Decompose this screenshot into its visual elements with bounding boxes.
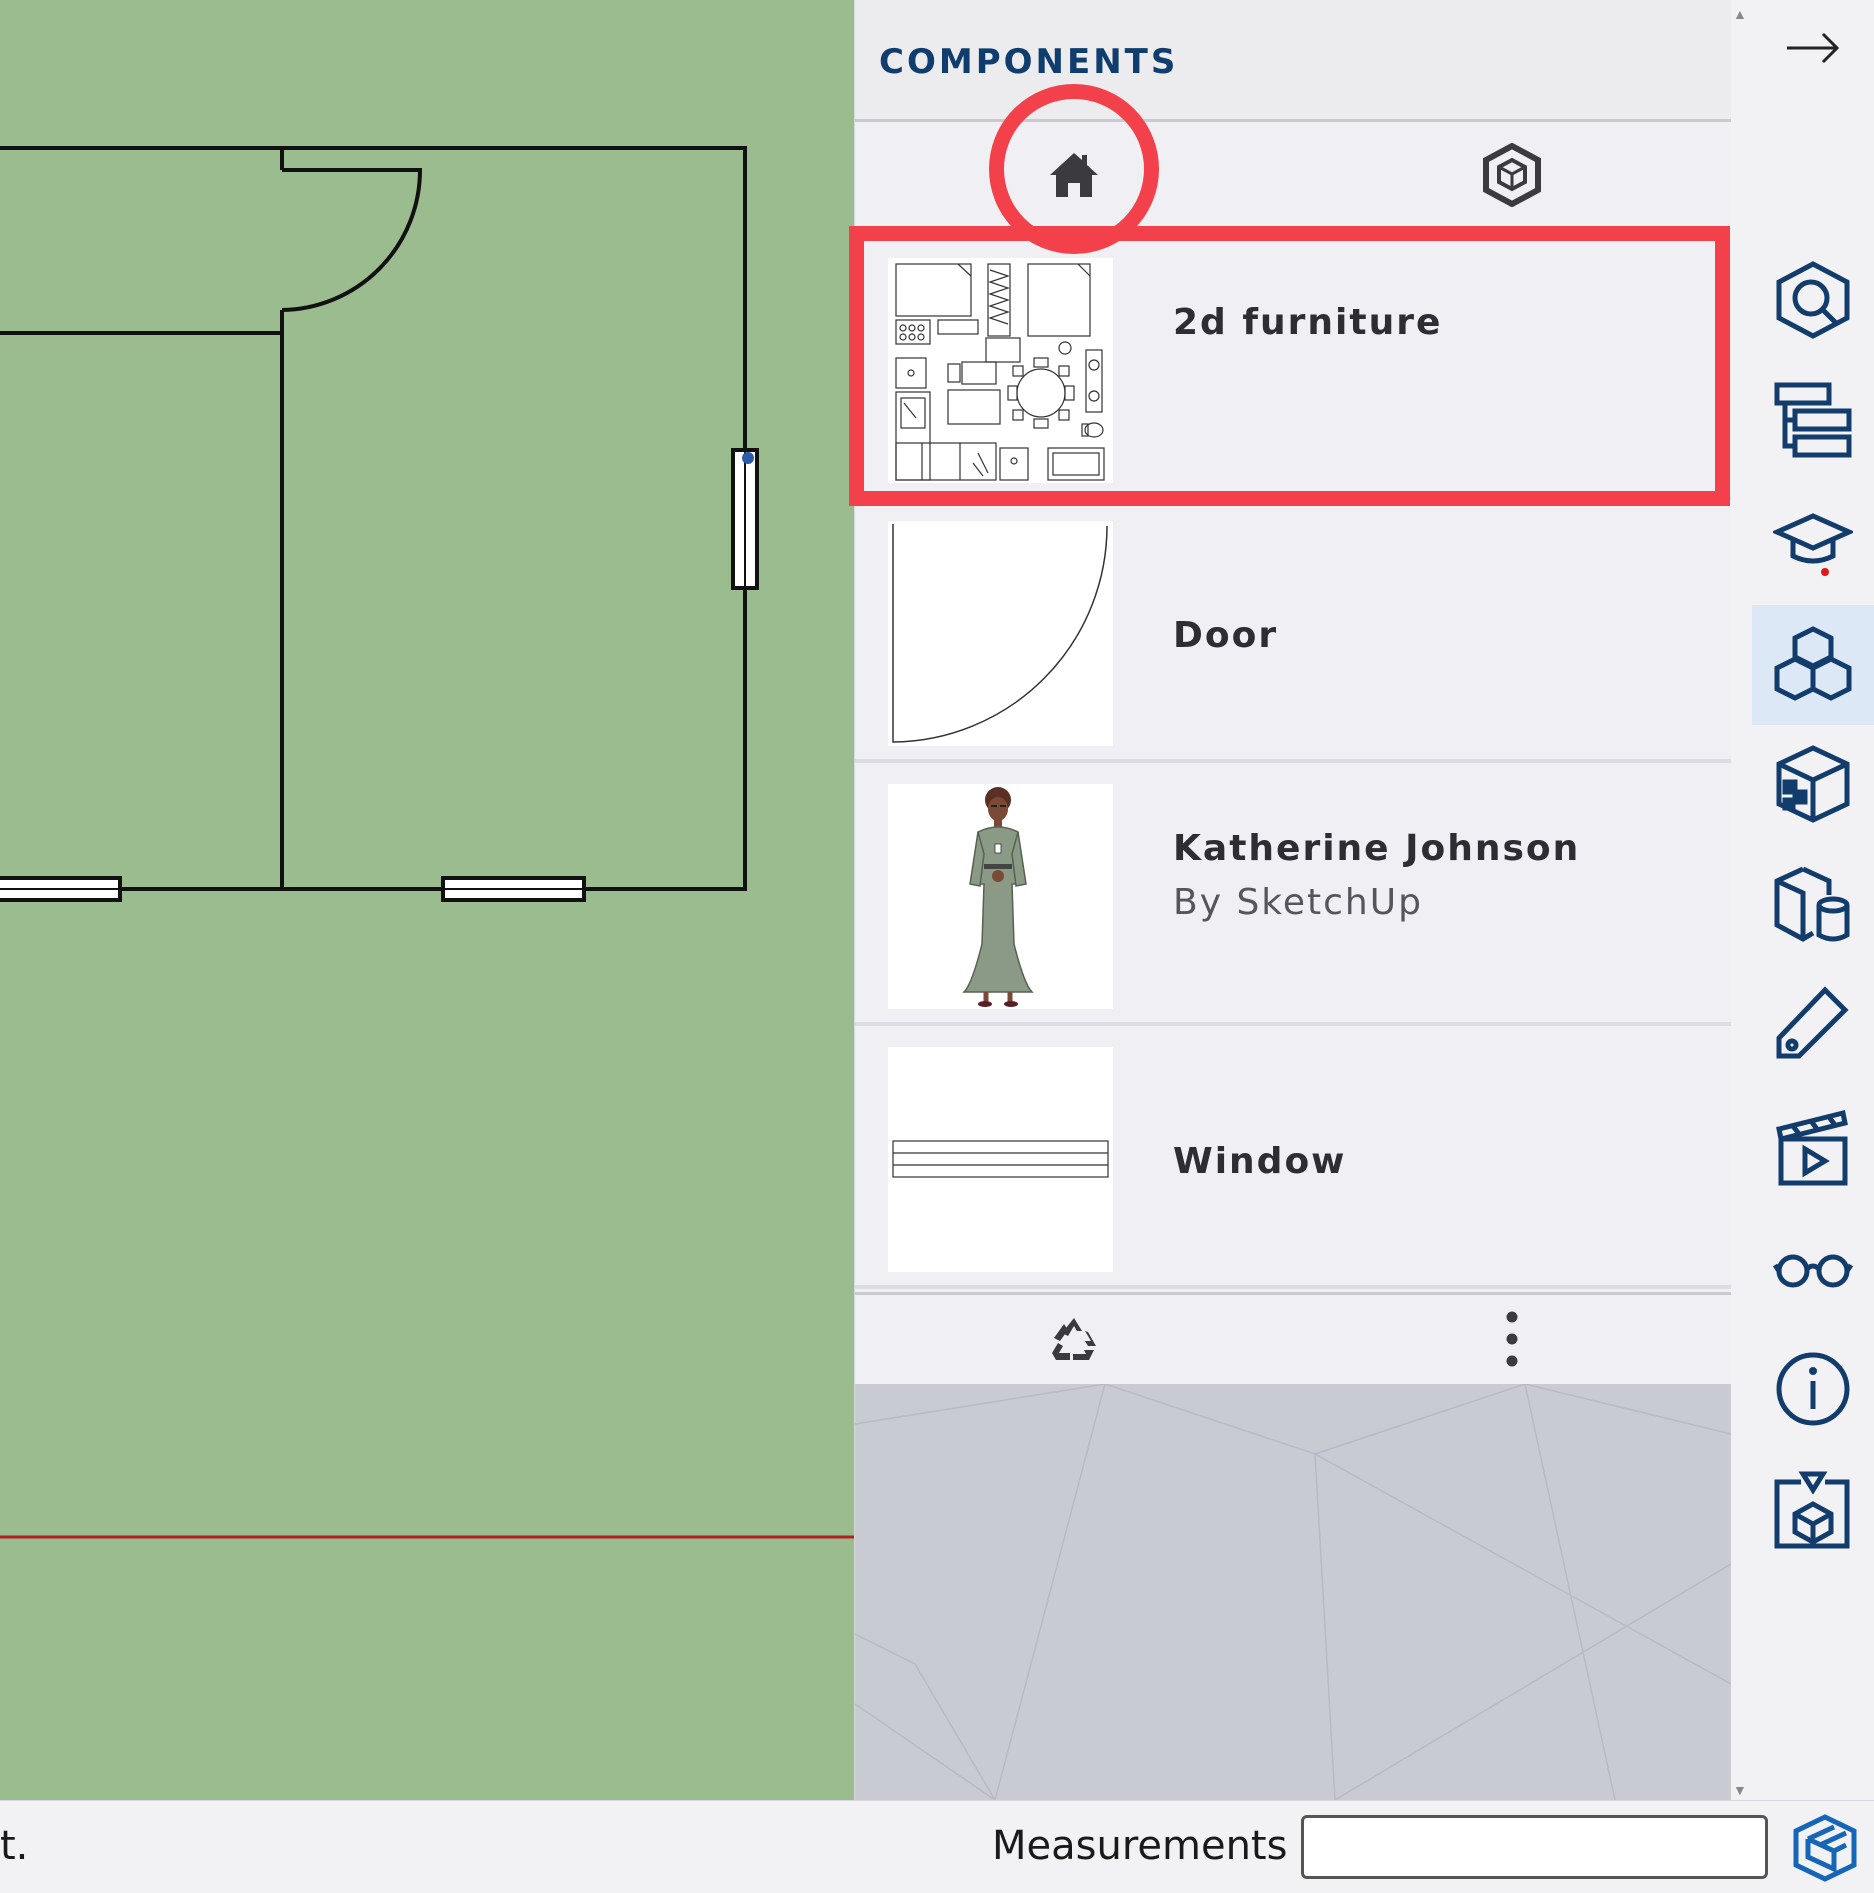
tray-toolbar [1752, 0, 1874, 1800]
component-author: By SketchUp [1173, 882, 1423, 923]
panel-tabbar [855, 125, 1731, 230]
tool-extension-warehouse[interactable] [1752, 1452, 1874, 1572]
status-bar: t. Measurements [0, 1800, 1874, 1893]
arrow-right-icon [1783, 28, 1843, 73]
panel-menu-button[interactable] [1293, 1295, 1731, 1387]
components-panel: COMPONENTS 2d furniture Door Katherine J… [849, 0, 1731, 1800]
thumbnail-door [888, 521, 1113, 746]
tool-components[interactable] [1752, 605, 1874, 725]
component-item-door[interactable]: Door [855, 503, 1731, 763]
tag-icon [1773, 985, 1853, 1071]
outliner-icon [1773, 381, 1853, 466]
sketchup-window: COMPONENTS 2d furniture Door Katherine J… [0, 0, 1874, 1893]
outer-wall [0, 146, 747, 891]
tool-search-3d-warehouse[interactable] [1752, 242, 1874, 362]
scenes-icon [1773, 1107, 1853, 1192]
panel-scroll-down[interactable]: ▼ [1733, 1782, 1747, 1798]
purge-unused-button[interactable] [855, 1295, 1293, 1387]
component-label: Katherine Johnson [1173, 828, 1581, 869]
panel-empty-area [855, 1384, 1731, 1800]
status-text: t. [0, 1823, 29, 1869]
search-cube-icon [1773, 260, 1853, 345]
floor-plan-drawing [0, 146, 854, 1539]
panel-header: COMPONENTS [855, 0, 1731, 122]
thumbnail-katherine-johnson [888, 784, 1113, 1009]
window-bottom-left [0, 876, 122, 902]
tool-tags[interactable] [1752, 968, 1874, 1088]
collapse-tray-button[interactable] [1752, 0, 1874, 100]
tab-home[interactable] [855, 125, 1293, 230]
recycle-icon [1048, 1314, 1100, 1369]
graduation-cap-icon [1770, 502, 1856, 587]
tool-entity-info[interactable] [1752, 1331, 1874, 1451]
thumbnail-2d-furniture [888, 258, 1113, 483]
component-label: Door [1173, 615, 1279, 656]
tool-outliner[interactable] [1752, 363, 1874, 483]
panel-footer [855, 1292, 1731, 1384]
component-item-window[interactable]: Window [855, 1029, 1731, 1289]
tab-in-model[interactable] [1293, 125, 1731, 230]
thumbnail-window [888, 1047, 1113, 1272]
styles-icon [1773, 865, 1853, 950]
cursor-point [742, 452, 754, 464]
panel-scroll-up[interactable]: ▲ [1733, 6, 1747, 22]
door-swing [281, 168, 423, 312]
tool-instructor[interactable] [1752, 484, 1874, 604]
measurements-input[interactable] [1301, 1815, 1768, 1879]
tool-styles[interactable] [1752, 847, 1874, 967]
tool-display[interactable] [1752, 1210, 1874, 1330]
window-right [731, 448, 759, 590]
component-item-2d-furniture[interactable]: 2d furniture [855, 240, 1731, 500]
materials-icon [1773, 744, 1853, 829]
drawing-viewport[interactable] [0, 0, 854, 1800]
more-vertical-icon [1504, 1309, 1520, 1374]
glasses-icon [1772, 1243, 1854, 1298]
sketchup-logo-icon [1790, 1813, 1860, 1888]
model-hexagon-icon [1481, 142, 1543, 212]
panel-title: COMPONENTS [879, 42, 1179, 82]
home-icon [1047, 150, 1101, 205]
tool-scenes[interactable] [1752, 1089, 1874, 1209]
info-icon [1773, 1349, 1853, 1434]
component-item-katherine-johnson[interactable]: Katherine Johnson By SketchUp [855, 766, 1731, 1026]
component-label: 2d furniture [1173, 302, 1443, 343]
measurements-label: Measurements [992, 1823, 1288, 1869]
component-label: Window [1173, 1141, 1347, 1182]
window-bottom-middle [441, 876, 586, 902]
tool-materials[interactable] [1752, 726, 1874, 846]
components-icon [1773, 623, 1853, 708]
extension-icon [1773, 1470, 1853, 1555]
